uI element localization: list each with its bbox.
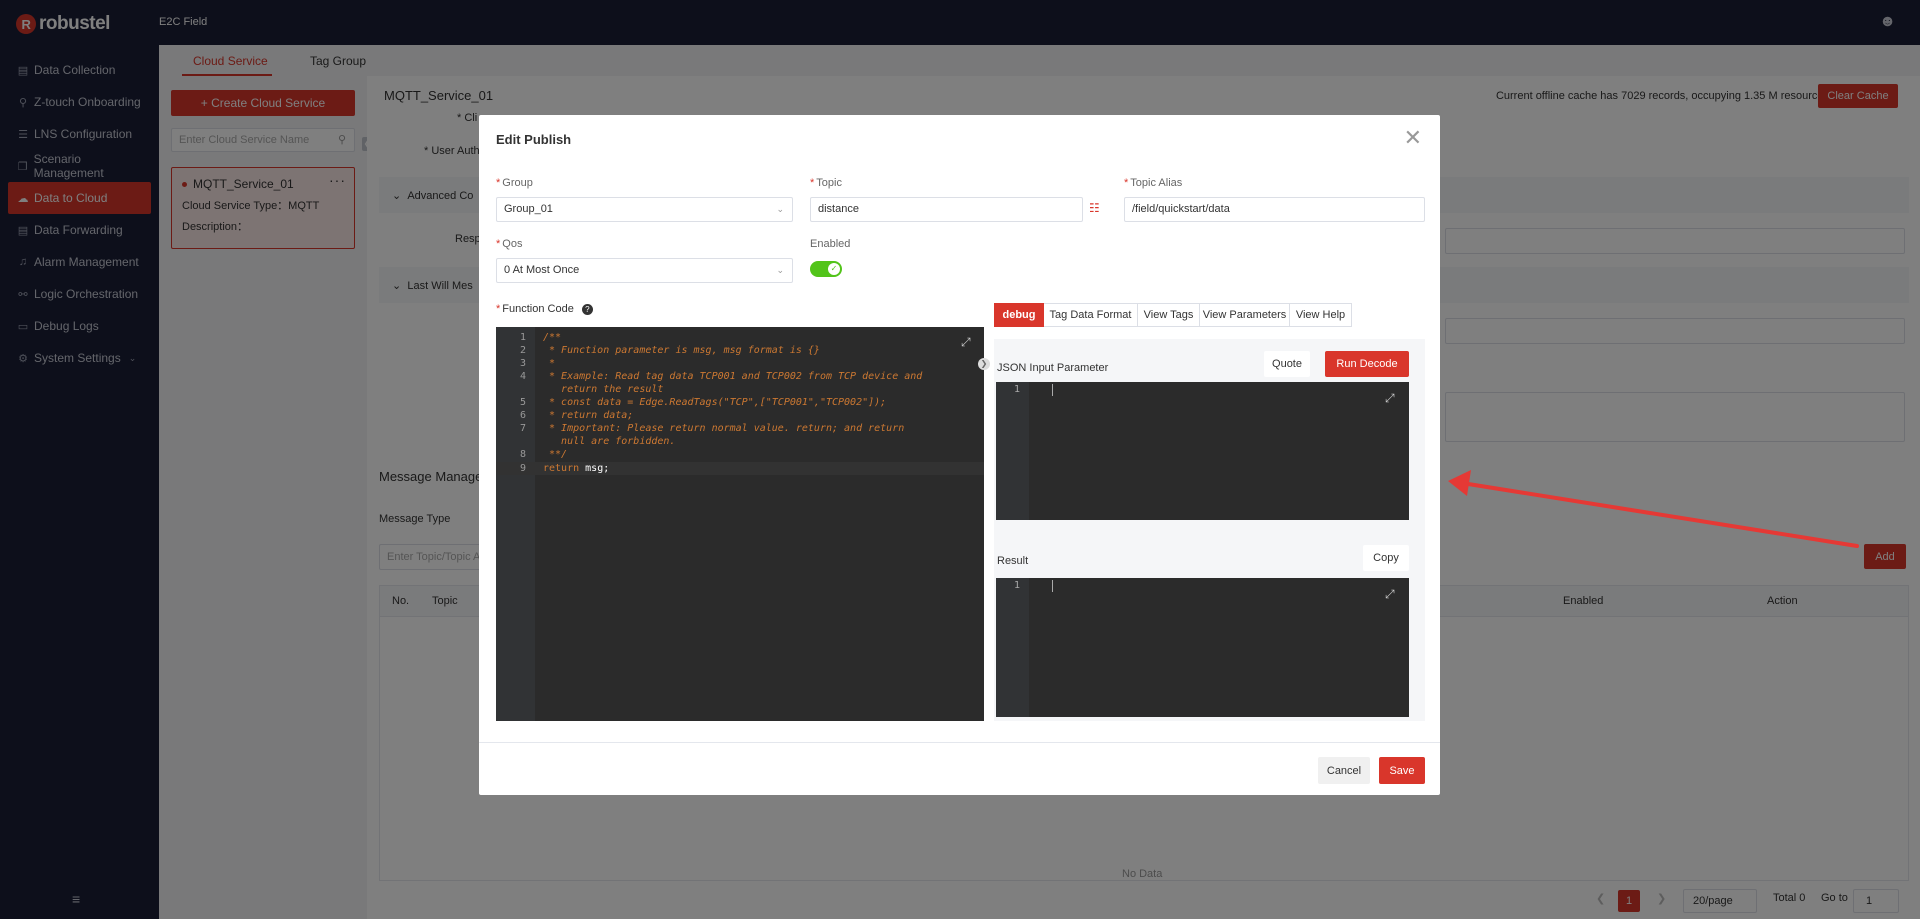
expand-icon[interactable]: ⤢ — [1385, 587, 1395, 602]
debug-panel: JSON Input Parameter Quote Run Decode 1 … — [994, 339, 1425, 721]
topic-alias-input[interactable]: /field/quickstart/data — [1124, 197, 1425, 222]
group-label: * Group — [496, 177, 533, 189]
group-value: Group_01 — [504, 203, 553, 215]
save-button[interactable]: Save — [1379, 757, 1425, 784]
check-icon: ✓ — [828, 263, 840, 275]
text-cursor — [1052, 384, 1053, 396]
run-decode-button[interactable]: Run Decode — [1325, 351, 1409, 377]
debug-tabs: debug Tag Data Format View Tags View Parame… — [994, 303, 1352, 327]
tag-select-icon[interactable]: ☷ — [1089, 201, 1100, 215]
tab-view-parameters[interactable]: View Parameters — [1200, 303, 1290, 327]
tab-view-tags[interactable]: View Tags — [1138, 303, 1200, 327]
code-line: 7 * Important: Please return normal valu… — [519, 423, 905, 434]
code-line: 3 * — [519, 358, 556, 369]
code-line: 8 **/ — [519, 449, 568, 460]
code-line: 9 return msg; — [496, 462, 984, 475]
cancel-button[interactable]: Cancel — [1318, 757, 1370, 784]
chevron-down-icon: ⌄ — [776, 204, 784, 214]
edit-publish-modal: Edit Publish ✕ * Group Group_01 ⌄ * Topic d… — [479, 115, 1440, 795]
quote-button[interactable]: Quote — [1264, 351, 1310, 377]
qos-label: * Qos — [496, 238, 523, 250]
topic-alias-label: * Topic Alias — [1124, 177, 1183, 189]
editor-line-number: 1 — [1013, 384, 1020, 395]
editor-gutter — [996, 578, 1029, 717]
topic-input[interactable]: distance — [810, 197, 1083, 222]
qos-value: 0 At Most Once — [504, 264, 580, 276]
chevron-down-icon: ⌄ — [776, 265, 784, 275]
qos-select[interactable]: 0 At Most Once ⌄ — [496, 258, 793, 283]
tab-view-help[interactable]: View Help — [1290, 303, 1352, 327]
editor-line-number: 1 — [1013, 580, 1020, 591]
enabled-toggle[interactable]: ✓ — [810, 261, 842, 277]
expand-icon[interactable]: ⤢ — [961, 335, 971, 350]
topic-label: * Topic — [810, 177, 842, 189]
tab-tag-data-format[interactable]: Tag Data Format — [1044, 303, 1138, 327]
expand-icon[interactable]: ⤢ — [1385, 391, 1395, 406]
json-input-editor[interactable]: 1 ⤢ — [996, 382, 1409, 520]
code-line: 4 * Example: Read tag data TCP001 and TC… — [519, 371, 923, 382]
copy-button[interactable]: Copy — [1363, 545, 1409, 571]
function-code-label: * Function Code? — [496, 303, 593, 315]
result-editor[interactable]: 1 ⤢ — [996, 578, 1409, 717]
result-label: Result — [997, 555, 1029, 567]
text-cursor — [1052, 580, 1053, 592]
code-line: return the result — [543, 384, 664, 395]
code-line: 5 * const data = Edge.ReadTags("TCP",["T… — [519, 397, 887, 408]
panel-divider-handle[interactable]: ❯ — [978, 358, 990, 370]
close-icon[interactable]: ✕ — [1404, 125, 1422, 151]
code-line: null are forbidden. — [543, 436, 676, 447]
help-icon[interactable]: ? — [581, 303, 593, 315]
editor-gutter — [996, 382, 1029, 520]
enabled-label: Enabled — [810, 238, 851, 250]
code-line: 1/** — [519, 332, 562, 343]
code-line: 2 * Function parameter is msg, msg forma… — [519, 345, 820, 356]
function-code-editor[interactable]: 1/** 2 * Function parameter is msg, msg f… — [496, 327, 984, 721]
tab-debug[interactable]: debug — [994, 303, 1044, 327]
footer-divider — [479, 742, 1440, 743]
modal-title: Edit Publish — [496, 132, 572, 147]
code-line: 6 * return data; — [519, 410, 634, 421]
group-select[interactable]: Group_01 ⌄ — [496, 197, 793, 222]
json-input-label: JSON Input Parameter — [997, 362, 1109, 374]
